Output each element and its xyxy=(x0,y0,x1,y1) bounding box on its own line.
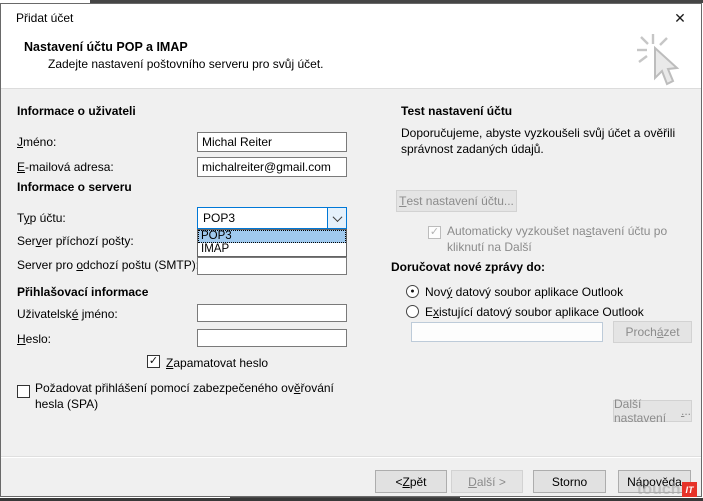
browse-button[interactable]: Procházet xyxy=(613,321,692,343)
account-type-combobox[interactable]: POP3 xyxy=(197,207,347,229)
page-title: Nastavení účtu POP a IMAP xyxy=(24,40,188,54)
dropdown-option-imap[interactable]: IMAP xyxy=(198,243,346,256)
next-button[interactable]: Další > xyxy=(451,470,523,493)
close-button[interactable]: ✕ xyxy=(665,6,695,30)
name-label: Jméno: xyxy=(17,135,56,149)
email-input[interactable]: michalreiter@gmail.com xyxy=(197,157,347,177)
new-data-file-radio[interactable]: ● xyxy=(406,285,419,298)
account-type-label: Typ účtu: xyxy=(17,211,66,225)
cancel-button[interactable]: Storno xyxy=(533,470,606,493)
titlebar: Přidat účet ✕ xyxy=(1,4,701,30)
more-settings-button[interactable]: Další nastavení... xyxy=(613,400,692,422)
auto-test-checkbox[interactable]: ✓ xyxy=(428,226,441,239)
section-logon-info: Přihlašovací informace xyxy=(17,285,148,299)
footer-separator xyxy=(1,456,701,458)
auto-test-label[interactable]: Automaticky vyzkoušet nastavení účtu po … xyxy=(447,223,687,255)
add-account-dialog: Přidat účet ✕ Nastavení účtu POP a IMAP … xyxy=(0,3,702,497)
wizard-header: Nastavení účtu POP a IMAP Zadejte nastav… xyxy=(1,30,701,89)
name-input[interactable]: Michal Reiter xyxy=(197,132,347,152)
help-button[interactable]: Nápověda xyxy=(618,470,691,493)
outgoing-server-label: Server pro odchozí poštu (SMTP): xyxy=(17,258,199,272)
existing-data-file-radio[interactable] xyxy=(406,305,419,318)
window-title: Přidat účet xyxy=(16,11,73,25)
account-type-value: POP3 xyxy=(198,211,327,225)
spa-checkbox[interactable] xyxy=(17,385,30,398)
email-label: E-mailová adresa: xyxy=(17,160,114,174)
username-label: Uživatelské jméno: xyxy=(17,307,118,321)
data-file-path-input[interactable] xyxy=(411,322,603,342)
checkmark-icon: ✓ xyxy=(149,356,158,367)
password-input[interactable] xyxy=(197,329,347,347)
test-account-button[interactable]: Test nastavení účtu... xyxy=(396,190,517,212)
spa-label[interactable]: Požadovat přihlášení pomocí zabezpečenéh… xyxy=(35,380,365,412)
back-button[interactable]: < Zpět xyxy=(375,470,447,493)
checkmark-icon: ✓ xyxy=(430,227,439,238)
remember-password-label[interactable]: Zapamatovat heslo xyxy=(166,356,268,370)
deliver-messages-heading: Doručovat nové zprávy do: xyxy=(391,260,545,274)
test-settings-description: Doporučujeme, abyste vyzkoušeli svůj úče… xyxy=(401,125,701,157)
existing-data-file-label[interactable]: Existující datový soubor aplikace Outloo… xyxy=(425,305,644,319)
username-input[interactable] xyxy=(197,304,347,322)
remember-password-checkbox[interactable]: ✓ xyxy=(147,355,160,368)
radio-dot-icon: ● xyxy=(410,288,414,295)
section-test-settings: Test nastavení účtu xyxy=(401,104,512,118)
incoming-server-label: Server příchozí pošty: xyxy=(17,234,134,248)
password-label: Heslo: xyxy=(17,332,51,346)
chevron-down-icon xyxy=(332,212,342,222)
page-subtitle: Zadejte nastavení poštovního serveru pro… xyxy=(48,57,324,71)
account-type-dropdown-list: POP3 IMAP xyxy=(197,229,347,257)
close-icon: ✕ xyxy=(674,10,686,27)
outgoing-server-input[interactable] xyxy=(197,257,347,275)
section-user-info: Informace o uživateli xyxy=(17,104,136,118)
new-data-file-label[interactable]: Nový datový soubor aplikace Outlook xyxy=(425,285,623,299)
combobox-dropdown-button[interactable] xyxy=(327,208,346,228)
dropdown-option-pop3[interactable]: POP3 xyxy=(198,230,346,243)
cursor-click-icon xyxy=(629,32,687,88)
section-server-info: Informace o serveru xyxy=(17,180,132,194)
